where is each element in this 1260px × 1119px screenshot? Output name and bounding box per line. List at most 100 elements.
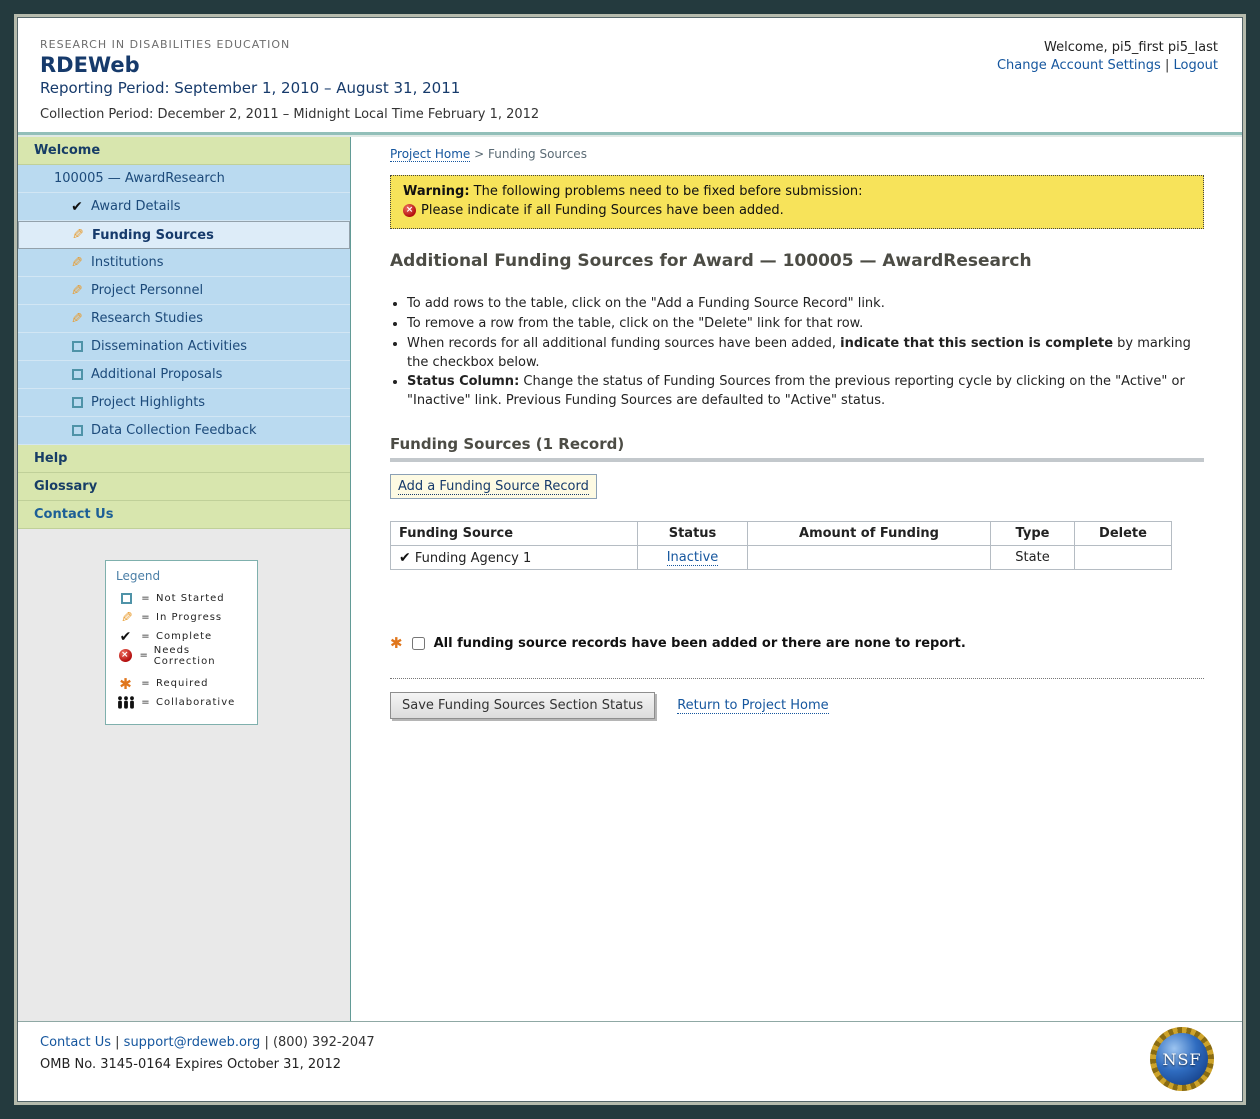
- cell-type: State: [991, 546, 1075, 570]
- cell-delete: [1075, 546, 1172, 570]
- in-progress-icon: ✎: [68, 311, 86, 327]
- breadcrumb-project-home-link[interactable]: Project Home: [390, 147, 470, 162]
- sidebar-item-glossary[interactable]: Glossary: [18, 473, 350, 501]
- needs-correction-icon: ×: [403, 204, 416, 217]
- warning-title-line: Warning: The following problems need to …: [403, 184, 1191, 199]
- sidebar-item-label: Additional Proposals: [91, 367, 222, 382]
- complete-icon: ✔: [68, 199, 86, 215]
- legend-label: Collaborative: [156, 697, 235, 708]
- all-records-added-checkbox[interactable]: [412, 637, 425, 650]
- cell-amount: [748, 546, 991, 570]
- sidebar-item-project-highlights[interactable]: Project Highlights: [18, 389, 350, 417]
- warning-box: Warning: The following problems need to …: [390, 175, 1204, 229]
- footer-email-link[interactable]: support@rdeweb.org: [124, 1035, 261, 1050]
- in-progress-icon: ✎: [69, 227, 87, 243]
- sidebar-item-label: Research Studies: [91, 311, 203, 326]
- in-progress-icon: ✎: [68, 255, 86, 271]
- sidebar-item-research-studies[interactable]: ✎ Research Studies: [18, 305, 350, 333]
- col-header-type: Type: [991, 522, 1075, 546]
- welcome-user: Welcome, pi5_first pi5_last: [997, 40, 1218, 55]
- nsf-logo: NSF: [1150, 1027, 1214, 1091]
- section-divider: [390, 678, 1204, 679]
- add-funding-source-button[interactable]: Add a Funding Source Record: [390, 474, 597, 499]
- legend-row-not-started: = Not Started: [116, 589, 249, 608]
- sidebar-item-label: Dissemination Activities: [91, 339, 247, 354]
- actions-row: Save Funding Sources Section Status Retu…: [390, 692, 1204, 719]
- legend-row-complete: ✔ = Complete: [116, 627, 249, 646]
- required-icon: ✱: [390, 634, 403, 652]
- required-icon: ✱: [116, 675, 136, 693]
- sidebar-item-data-collection-feedback[interactable]: Data Collection Feedback: [18, 417, 350, 445]
- change-account-settings-link[interactable]: Change Account Settings: [997, 58, 1161, 73]
- section-title: Funding Sources (1 Record): [390, 435, 1204, 453]
- sidebar-item-institutions[interactable]: ✎ Institutions: [18, 249, 350, 277]
- footer-omb-line: OMB No. 3145-0164 Expires October 31, 20…: [40, 1057, 1218, 1072]
- legend-label: Needs Correction: [154, 645, 249, 667]
- sidebar-item-contact-us[interactable]: Contact Us: [18, 501, 350, 529]
- page-title: Additional Funding Sources for Award — 1…: [390, 251, 1204, 271]
- status-inactive-link[interactable]: Inactive: [667, 550, 719, 566]
- sidebar-item-help[interactable]: Help: [18, 445, 350, 473]
- instruction-item: To remove a row from the table, click on…: [407, 315, 1204, 334]
- col-header-delete: Delete: [1075, 522, 1172, 546]
- account-links: Change Account Settings | Logout: [997, 58, 1218, 73]
- sidebar-item-label: Project Personnel: [91, 283, 203, 298]
- footer-separator: |: [115, 1035, 119, 1050]
- sidebar-item-label: Help: [34, 451, 67, 466]
- return-to-project-home-link[interactable]: Return to Project Home: [677, 698, 828, 714]
- nsf-logo-globe: NSF: [1156, 1033, 1208, 1085]
- account-links-separator: |: [1165, 58, 1169, 73]
- not-started-icon: [116, 593, 136, 604]
- sidebar-item-project-personnel[interactable]: ✎ Project Personnel: [18, 277, 350, 305]
- sidebar-item-label: Data Collection Feedback: [91, 423, 257, 438]
- sidebar-item-label: Project Highlights: [91, 395, 205, 410]
- legend-title: Legend: [116, 569, 249, 583]
- legend-label: In Progress: [156, 612, 222, 623]
- app-panel-inner: RESEARCH IN DISABILITIES EDUCATION RDEWe…: [17, 17, 1243, 1102]
- sidebar-item-award-details[interactable]: ✔ Award Details: [18, 193, 350, 221]
- header: RESEARCH IN DISABILITIES EDUCATION RDEWe…: [18, 18, 1242, 132]
- main-content: Project Home > Funding Sources Warning: …: [351, 137, 1242, 1021]
- legend-row-collaborative: = Collaborative: [116, 693, 249, 712]
- complete-icon: ✔: [399, 550, 411, 566]
- legend-label: Not Started: [156, 593, 225, 604]
- not-started-icon: [68, 397, 86, 408]
- not-started-icon: [68, 425, 86, 436]
- legend-label: Complete: [156, 631, 212, 642]
- add-funding-source-link[interactable]: Add a Funding Source Record: [398, 479, 589, 495]
- logout-link[interactable]: Logout: [1173, 58, 1218, 73]
- instructions-list: To add rows to the table, click on the "…: [390, 295, 1204, 411]
- not-started-icon: [68, 341, 86, 352]
- complete-icon: ✔: [116, 629, 136, 645]
- collection-period: Collection Period: December 2, 2011 – Mi…: [40, 107, 1218, 122]
- col-header-amount: Amount of Funding: [748, 522, 991, 546]
- legend-row-required: ✱ = Required: [116, 674, 249, 693]
- sidebar-item-welcome[interactable]: Welcome: [18, 137, 350, 165]
- sidebar-item-label: 100005 — AwardResearch: [54, 171, 225, 186]
- footer-phone: (800) 392-2047: [273, 1035, 375, 1050]
- instruction-item: To add rows to the table, click on the "…: [407, 295, 1204, 314]
- instruction-item: When records for all additional funding …: [407, 335, 1204, 373]
- legend: Legend = Not Started ✎ = In Progress: [105, 560, 258, 725]
- sidebar-item-additional-proposals[interactable]: Additional Proposals: [18, 361, 350, 389]
- save-section-status-button[interactable]: Save Funding Sources Section Status: [390, 692, 655, 719]
- page: RESEARCH IN DISABILITIES EDUCATION RDEWe…: [0, 0, 1260, 1119]
- sidebar-item-label: Institutions: [91, 255, 164, 270]
- warning-item-line: × Please indicate if all Funding Sources…: [403, 203, 1191, 218]
- in-progress-icon: ✎: [116, 610, 136, 626]
- completion-label: All funding source records have been add…: [434, 636, 966, 651]
- sidebar-item-funding-sources[interactable]: ✎ Funding Sources: [18, 221, 350, 249]
- breadcrumb: Project Home > Funding Sources: [390, 147, 1204, 161]
- sidebar-item-label: Funding Sources: [92, 228, 214, 243]
- cell-status: Inactive: [638, 546, 748, 570]
- sidebar-item-dissemination-activities[interactable]: Dissemination Activities: [18, 333, 350, 361]
- legend-label: Required: [156, 678, 209, 689]
- col-header-funding-source: Funding Source: [391, 522, 638, 546]
- footer: Contact Us | support@rdeweb.org | (800) …: [18, 1022, 1242, 1101]
- warning-text: The following problems need to be fixed …: [470, 184, 863, 199]
- footer-contact-us-link[interactable]: Contact Us: [40, 1035, 111, 1050]
- cell-funding-source: ✔ Funding Agency 1: [391, 546, 638, 570]
- table-header-row: Funding Source Status Amount of Funding …: [391, 522, 1172, 546]
- sidebar-item-award[interactable]: 100005 — AwardResearch: [18, 165, 350, 193]
- sidebar-item-label: Award Details: [91, 199, 181, 214]
